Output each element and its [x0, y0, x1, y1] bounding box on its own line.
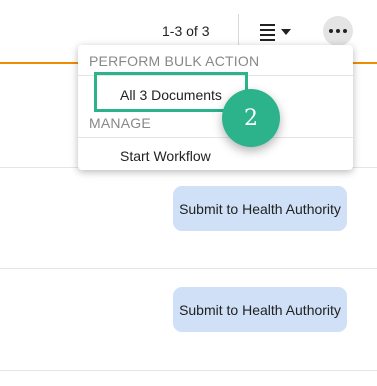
caret-down-icon: [281, 29, 291, 35]
menu-section-header-manage: MANAGE: [89, 115, 151, 131]
pagination-count: 1-3 of 3: [162, 23, 210, 39]
submit-to-health-authority-button[interactable]: Submit to Health Authority: [173, 186, 347, 231]
submit-to-health-authority-button[interactable]: Submit to Health Authority: [173, 287, 347, 332]
menu-separator: [78, 137, 353, 138]
more-dot: [343, 29, 347, 33]
tutorial-step-badge: 2: [222, 89, 280, 147]
more-dot: [336, 29, 340, 33]
list-view-icon: [260, 23, 275, 41]
row-divider: [0, 268, 377, 269]
header-divider: [238, 14, 239, 48]
document-list-page: 1-3 of 3 Submit to Health Authority Subm…: [0, 0, 377, 386]
more-actions-button[interactable]: [323, 16, 353, 46]
row-divider: [0, 370, 377, 371]
menu-item-start-workflow[interactable]: Start Workflow: [120, 148, 211, 164]
menu-section-header-bulk-action: PERFORM BULK ACTION: [89, 53, 260, 69]
list-view-dropdown-button[interactable]: [260, 20, 291, 44]
more-horizontal-icon: [329, 29, 333, 33]
